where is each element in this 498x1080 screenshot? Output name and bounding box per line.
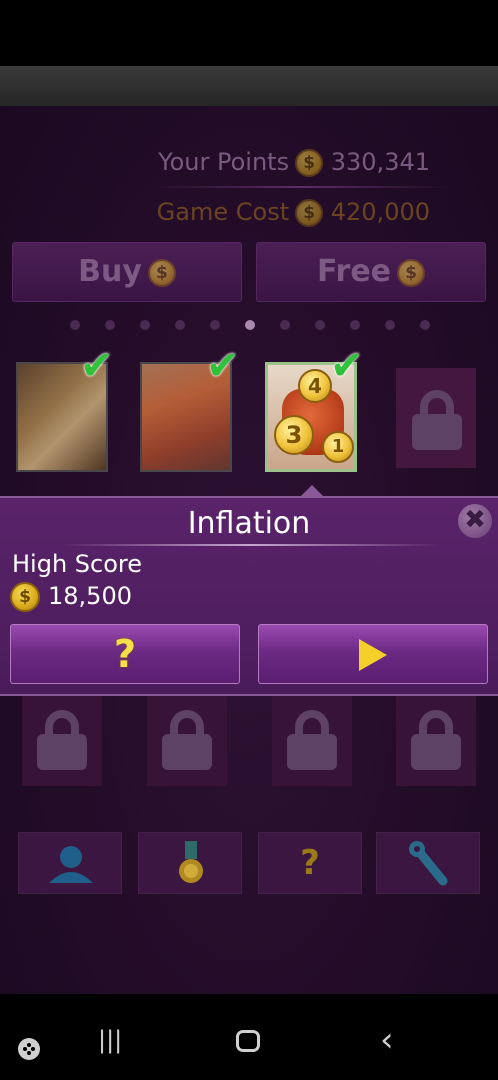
high-score-value: 18,500 [48, 582, 132, 610]
help-button[interactable]: ? [10, 624, 240, 684]
home-icon [236, 1030, 260, 1052]
page-dot[interactable] [210, 320, 220, 330]
coin-icon: $ [147, 258, 176, 287]
check-icon: ✔ [206, 343, 240, 389]
gamepad-icon[interactable] [16, 1036, 42, 1062]
back-button[interactable]: ‹ [380, 1020, 394, 1060]
play-button[interactable] [258, 624, 488, 684]
locked-game-tile[interactable] [147, 696, 227, 786]
lock-icon [412, 390, 462, 450]
recent-apps-button[interactable]: ||| [98, 1026, 122, 1054]
help-button[interactable]: ? [258, 832, 362, 894]
free-label: Free [316, 254, 392, 289]
page-dot[interactable] [420, 320, 430, 330]
page-dot[interactable] [280, 320, 290, 330]
lock-icon [411, 710, 461, 770]
buy-label: Buy [78, 254, 142, 289]
high-score-label: High Score [12, 550, 143, 578]
game-info-popup: Inflation ✖ High Score $18,500 ? [0, 496, 498, 696]
page-dot[interactable] [385, 320, 395, 330]
page-indicator [70, 318, 430, 332]
check-icon: ✔ [80, 343, 114, 389]
coin-icon: $ [295, 149, 324, 177]
locked-game-tile[interactable] [22, 696, 102, 786]
top-banner [0, 66, 498, 106]
lock-icon [37, 710, 87, 770]
profile-button[interactable] [18, 832, 122, 894]
points-value: 330,341 [330, 148, 430, 176]
page-dot[interactable] [350, 320, 360, 330]
points-row: Your Points $ 330,341 [158, 148, 430, 177]
free-button[interactable]: Free $ [256, 242, 486, 302]
coin-icon: 4 [298, 369, 332, 403]
system-nav-bar: ||| ‹ [0, 994, 498, 1080]
profile-icon [49, 846, 93, 883]
play-icon [359, 639, 387, 671]
help-icon: ? [300, 843, 320, 883]
wrench-icon [409, 841, 448, 886]
page-dot[interactable] [70, 320, 80, 330]
high-score-row: $18,500 [10, 582, 132, 612]
divider [60, 544, 440, 546]
points-label: Your Points [158, 148, 290, 176]
locked-game-tile[interactable] [272, 696, 352, 786]
lock-icon [162, 710, 212, 770]
buy-button[interactable]: Buy $ [12, 242, 242, 302]
cost-label: Game Cost [156, 198, 290, 226]
question-icon: ? [113, 632, 137, 676]
page-dot[interactable] [245, 320, 255, 330]
popup-title: Inflation [187, 506, 311, 541]
status-bar [0, 0, 498, 66]
coin-icon: $ [10, 582, 40, 612]
divider [150, 186, 450, 188]
check-icon: ✔ [330, 343, 364, 389]
locked-game-tile[interactable] [396, 368, 476, 468]
close-button[interactable]: ✖ [458, 504, 492, 538]
page-dot[interactable] [105, 320, 115, 330]
page-dot[interactable] [140, 320, 150, 330]
page-dot[interactable] [175, 320, 185, 330]
page-dot[interactable] [315, 320, 325, 330]
coin-icon: 1 [322, 431, 354, 463]
coin-icon: 3 [274, 415, 314, 455]
cost-value: 420,000 [330, 198, 430, 226]
coin-icon: $ [295, 199, 324, 227]
locked-game-tile[interactable] [396, 696, 476, 786]
coin-icon: $ [397, 258, 426, 287]
medal-icon [179, 841, 203, 883]
home-button[interactable] [236, 1030, 260, 1052]
achievements-button[interactable] [138, 832, 242, 894]
settings-button[interactable] [376, 832, 480, 894]
cost-row: Game Cost $ 420,000 [157, 198, 430, 227]
game-screen: Your Points $ 330,341 Game Cost $ 420,000 … [0, 66, 498, 994]
lock-icon [287, 710, 337, 770]
